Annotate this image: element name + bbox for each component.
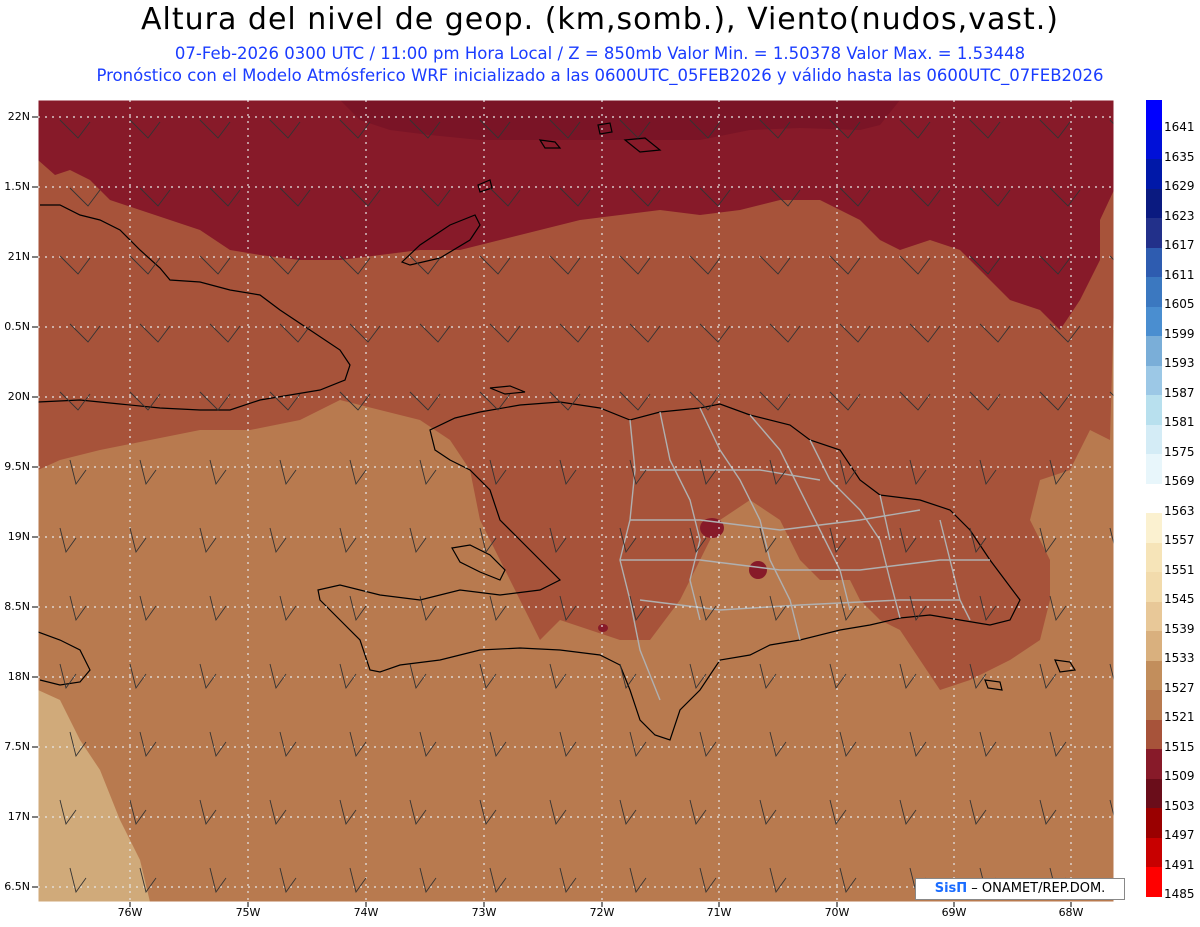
colorbar-label: 1545 — [1164, 592, 1195, 606]
colorbar-label: 1539 — [1164, 621, 1195, 636]
credit-text: – ONAMET/REP.DOM. — [967, 881, 1106, 896]
lon-label: 75W — [235, 906, 261, 919]
colorbar-cell — [1146, 719, 1162, 750]
colorbar-cell — [1146, 100, 1162, 130]
lon-label: 69W — [941, 906, 967, 919]
colorbar-label: 1503 — [1164, 798, 1195, 813]
colorbar-label: 1605 — [1164, 297, 1195, 311]
colorbar-cell — [1146, 365, 1162, 396]
colorbar-cell — [1146, 454, 1162, 484]
lon-label: 68W — [1058, 906, 1084, 919]
lat-label: 19N — [7, 530, 30, 543]
lat-label: 21N — [7, 250, 30, 263]
lat-label: 8.5N — [4, 600, 30, 613]
field-spot — [598, 624, 608, 632]
colorbar-label: 1509 — [1164, 769, 1195, 783]
colorbar-label: 1575 — [1164, 444, 1195, 459]
colorbar-label: 1629 — [1164, 179, 1195, 193]
colorbar-label: 1641 — [1164, 120, 1195, 134]
colorbar-cell — [1146, 837, 1162, 868]
wind-barb — [1120, 732, 1136, 756]
colorbar-cell — [1146, 867, 1162, 897]
colorbar-label: 1551 — [1164, 562, 1195, 577]
wind-barb — [1120, 596, 1136, 620]
colorbar-label: 1497 — [1164, 828, 1195, 842]
lat-label: 7.5N — [4, 740, 30, 753]
colorbar-cell — [1146, 424, 1162, 455]
colorbar-label: 1587 — [1164, 385, 1195, 400]
lon-label: 73W — [471, 906, 497, 919]
map-plot — [32, 99, 1136, 907]
colorbar-label: 1527 — [1164, 680, 1195, 695]
colorbar-label: 1533 — [1164, 651, 1195, 665]
colorbar-cell — [1146, 601, 1162, 632]
colorbar-label: 1485 — [1164, 887, 1195, 901]
colorbar-label: 1563 — [1164, 503, 1195, 518]
colorbar-cell — [1146, 395, 1162, 425]
colorbar-label: 1491 — [1164, 857, 1195, 872]
colorbar-cell — [1146, 159, 1162, 189]
colorbar-cell — [1146, 660, 1162, 691]
colorbar-label: 1569 — [1164, 474, 1195, 488]
lon-label: 71W — [706, 906, 732, 919]
colorbar-cell — [1146, 808, 1162, 838]
lon-label: 70W — [824, 906, 850, 919]
lon-label: 74W — [353, 906, 379, 919]
lat-label: 1.5N — [4, 180, 30, 193]
colorbar-cell — [1146, 277, 1162, 307]
colorbar-label: 1623 — [1164, 208, 1195, 223]
lat-label: 22N — [7, 110, 30, 123]
colorbar-cell — [1146, 129, 1162, 160]
colorbar-cell — [1146, 631, 1162, 661]
lat-label: 9.5N — [4, 460, 30, 473]
colorbar-label: 1635 — [1164, 149, 1195, 164]
colorbar-cell — [1146, 336, 1162, 366]
colorbar-cell — [1146, 306, 1162, 337]
colorbar-label: 1593 — [1164, 356, 1195, 370]
colorbar-label: 1521 — [1164, 710, 1195, 724]
colorbar-label: 1617 — [1164, 238, 1195, 252]
colorbar-label: 1599 — [1164, 326, 1195, 341]
colorbar-cell — [1146, 572, 1162, 602]
colorbar-cell — [1146, 690, 1162, 720]
colorbar-cell — [1146, 218, 1162, 248]
colorbar-cell — [1146, 483, 1162, 514]
credit-box: SisΠ – ONAMET/REP.DOM. — [915, 878, 1125, 900]
colorbar-cell — [1146, 513, 1162, 543]
colorbar-label: 1581 — [1164, 415, 1195, 429]
colorbar-cell — [1146, 749, 1162, 779]
colorbar-cell — [1146, 188, 1162, 219]
wind-barb — [1120, 460, 1136, 484]
lat-label: 20N — [7, 390, 30, 403]
colorbar-cell — [1146, 247, 1162, 278]
lat-label: 18N — [7, 670, 30, 683]
lat-label: 6.5N — [4, 880, 30, 893]
colorbar-cell — [1146, 778, 1162, 809]
colorbar-label: 1557 — [1164, 533, 1195, 547]
colorbar-label: 1611 — [1164, 267, 1195, 282]
field-spot — [749, 561, 767, 579]
lat-label: 17N — [7, 810, 30, 823]
lon-label: 76W — [117, 906, 143, 919]
lat-label: 0.5N — [4, 320, 30, 333]
sispi-logo: SisΠ — [934, 881, 968, 896]
colorbar-cell — [1146, 542, 1162, 573]
colorbar-label: 1515 — [1164, 739, 1195, 754]
lon-label: 72W — [589, 906, 615, 919]
